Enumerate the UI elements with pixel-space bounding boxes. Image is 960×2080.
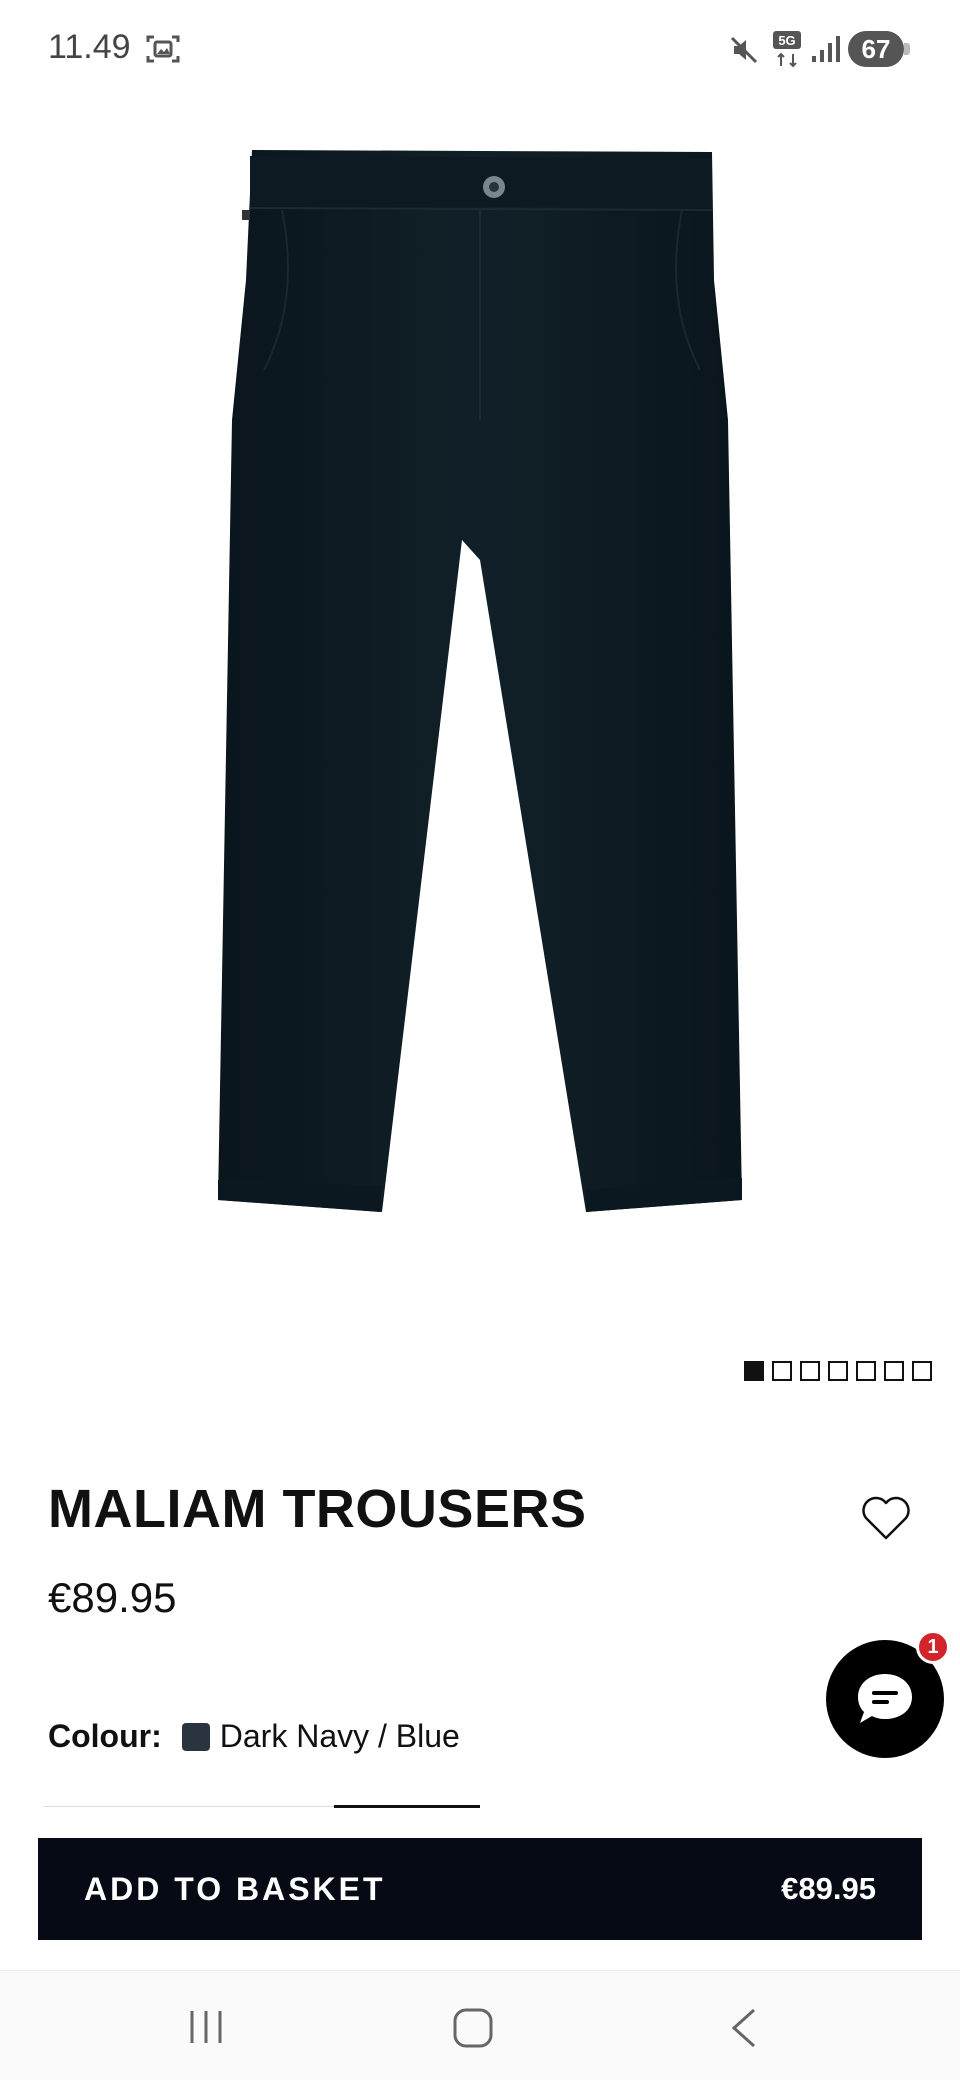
screenshot-icon [146, 35, 180, 63]
heart-icon[interactable] [860, 1494, 912, 1542]
battery-indicator: 67 [848, 31, 910, 67]
colour-value: Dark Navy / Blue [219, 1718, 460, 1754]
status-bar: 11.49 5G 67 [0, 0, 960, 100]
product-title: MALIAM TROUSERS [48, 1479, 587, 1539]
product-price: €89.95 [48, 1574, 177, 1621]
carousel-dot[interactable] [772, 1361, 792, 1381]
back-icon[interactable] [728, 2007, 758, 2049]
image-carousel-dots [744, 1361, 932, 1381]
size-tab-indicator [334, 1805, 480, 1808]
add-to-basket-button[interactable]: ADD TO BASKET €89.95 [38, 1838, 922, 1940]
recents-icon[interactable] [186, 2007, 226, 2047]
carousel-dot[interactable] [856, 1361, 876, 1381]
svg-text:5G: 5G [778, 33, 795, 48]
carousel-dot[interactable] [912, 1361, 932, 1381]
carousel-dot[interactable] [800, 1361, 820, 1381]
signal-icon [812, 36, 840, 62]
status-time: 11.49 [48, 28, 131, 66]
home-icon[interactable] [452, 2007, 494, 2049]
mute-icon [730, 36, 758, 64]
add-to-basket-price: €89.95 [781, 1871, 876, 1906]
carousel-dot[interactable] [828, 1361, 848, 1381]
chat-bubble-icon [858, 1674, 912, 1723]
carousel-dot[interactable] [744, 1361, 764, 1381]
add-to-basket-label: ADD TO BASKET [84, 1870, 386, 1907]
colour-row: Colour: Dark Navy / Blue [48, 1718, 460, 1755]
product-page: 11.49 5G 67 MALIAM TROUSERS €89.95 1 Col… [0, 0, 960, 2080]
system-nav-bar [0, 1970, 960, 2080]
network-5g-icon: 5G [773, 31, 801, 68]
colour-label: Colour: [48, 1718, 162, 1754]
chat-notification-badge: 1 [916, 1630, 950, 1664]
product-image[interactable] [0, 120, 960, 1260]
colour-swatch[interactable] [181, 1722, 210, 1751]
carousel-dot[interactable] [884, 1361, 904, 1381]
